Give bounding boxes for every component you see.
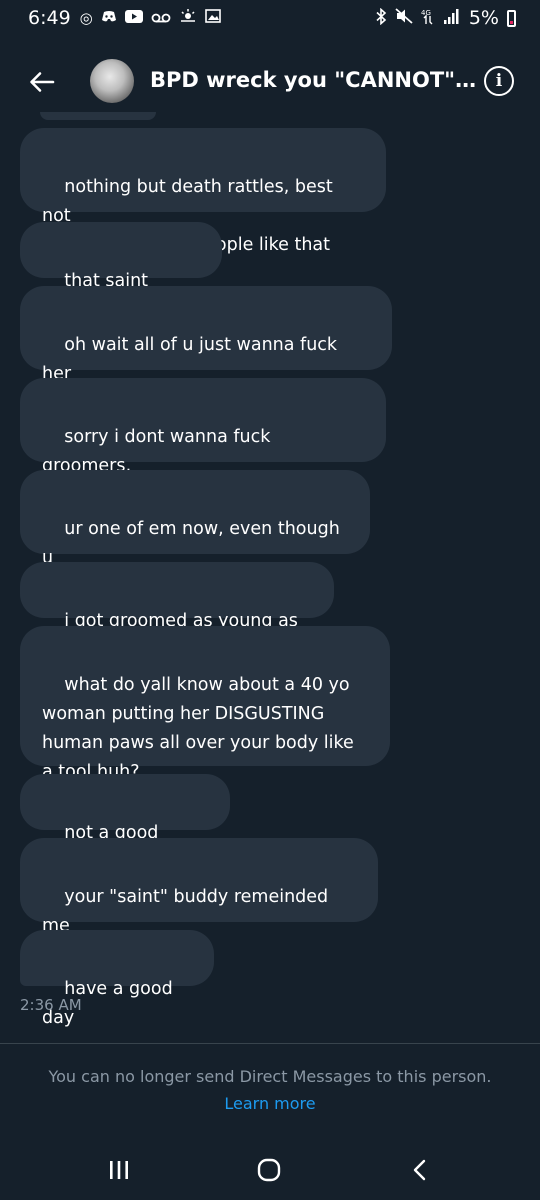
weather-icon xyxy=(179,9,197,27)
mute-icon xyxy=(395,8,413,28)
learn-more-link[interactable]: Learn more xyxy=(0,1094,540,1113)
recent-apps-icon xyxy=(110,1161,128,1179)
message-bubble[interactable]: what do yall know about a 40 yo woman pu… xyxy=(20,626,390,782)
back-button[interactable] xyxy=(26,66,58,98)
message-bubble[interactable]: sorry i dont wanna fuck groomers, go to … xyxy=(20,378,386,505)
arrow-left-icon xyxy=(30,72,55,92)
clock: 6:49 xyxy=(28,7,71,29)
previous-message-bubble-edge xyxy=(40,112,156,120)
message-text: what do yall know about a 40 yo woman pu… xyxy=(42,675,354,782)
youtube-icon xyxy=(124,9,143,27)
message-bubble[interactable]: ur one of em now, even though u knew not… xyxy=(20,470,370,597)
message-bubble[interactable]: nothing but death rattles, best not to l… xyxy=(20,128,386,255)
conversation-header: BPD wreck you "CANNOT" fi... i xyxy=(0,52,540,112)
chevron-left-icon xyxy=(413,1159,426,1181)
status-bar-left: 6:49 ◎ xyxy=(28,7,221,29)
dm-disabled-notice: You can no longer send Direct Messages t… xyxy=(48,1067,492,1086)
wifi-icon: 4G xyxy=(421,8,435,29)
battery-icon xyxy=(507,9,516,27)
status-bar: 6:49 ◎ 4G 5% xyxy=(0,0,540,36)
back-nav-button[interactable] xyxy=(400,1154,440,1186)
message-bubble[interactable]: have a good day xyxy=(20,930,214,1028)
avatar[interactable] xyxy=(90,59,134,103)
notification-icon: ◎ xyxy=(79,9,93,27)
recent-apps-button[interactable] xyxy=(99,1154,139,1186)
message-bubble[interactable]: oh wait all of u just wanna fuck her cuz… xyxy=(20,286,392,413)
divider xyxy=(0,1043,540,1044)
system-navigation-bar xyxy=(0,1140,540,1200)
message-bubble[interactable]: your "saint" buddy remeinded me of that xyxy=(20,838,378,965)
gallery-icon xyxy=(204,9,221,27)
info-button[interactable]: i xyxy=(484,66,514,96)
voicemail-icon xyxy=(151,9,171,27)
message-bubble[interactable]: not a good feeling xyxy=(20,774,230,872)
info-icon: i xyxy=(495,71,503,91)
bluetooth-icon xyxy=(375,7,387,29)
message-bubble[interactable]: that saint werido xyxy=(20,222,222,320)
home-icon xyxy=(257,1158,281,1182)
home-button[interactable] xyxy=(249,1154,289,1186)
battery-percent: 5% xyxy=(468,7,499,29)
conversation-title[interactable]: BPD wreck you "CANNOT" fi... xyxy=(150,68,480,92)
discord-icon xyxy=(101,9,117,27)
status-bar-right: 4G 5% xyxy=(375,7,516,29)
notification-icons: ◎ xyxy=(80,9,221,27)
message-bubble[interactable]: i got groomed as young as 14 xyxy=(20,562,334,660)
message-timestamp: 2:36 AM xyxy=(20,996,82,1014)
signal-icon xyxy=(443,8,461,28)
